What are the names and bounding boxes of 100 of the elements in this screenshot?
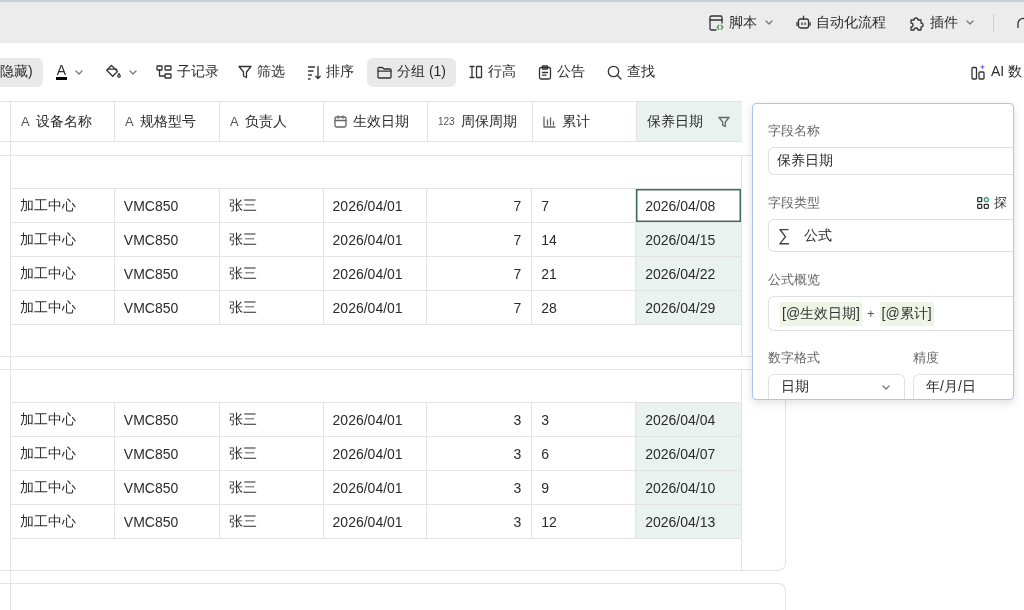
automation-button[interactable]: 自动化流程 [796,8,886,37]
sort-button[interactable]: 排序 [298,57,363,87]
column-header[interactable]: A 负责人 [220,102,324,141]
script-icon [709,14,724,31]
table-cell: 加工中心 [11,223,115,256]
table-cell: 加工中心 [11,505,115,538]
table-cell: 3 [427,437,533,470]
filter-button[interactable]: 筛选 [229,57,294,87]
search-icon [607,64,622,80]
formula-operator: + [867,306,875,321]
field-label: 公式概览 [768,271,821,289]
table-cell: VMC850 [114,437,220,470]
filter-icon [238,65,252,79]
table-cell: 2026/04/01 [323,223,428,256]
table-cell: 加工中心 [11,257,115,290]
table-cell: 2026/04/01 [323,505,428,538]
table-cell: 张三 [219,291,324,324]
table-cell: 2026/04/01 [323,189,428,222]
formula-token: [@累计] [879,301,934,326]
column-header[interactable]: 生效日期 [324,102,428,141]
text-type-icon: A [125,114,134,129]
table-cell: 2026/04/01 [323,471,428,504]
table-cell: 2026/04/29 [636,291,741,324]
filter-icon [718,115,730,128]
plugin-button[interactable]: 插件 [909,8,974,37]
puzzle-icon [909,14,925,31]
number-format-select[interactable]: 日期 [768,374,905,399]
table-cell: 2026/04/22 [636,257,741,290]
caret-icon [882,384,890,390]
clipboard-icon [538,64,552,80]
caret-icon [765,20,773,25]
formula-token: [@生效日期] [780,301,862,326]
calendar-icon [334,115,347,128]
table-cell: VMC850 [114,189,220,222]
text-type-icon: A [230,114,239,129]
table-cell: VMC850 [114,505,220,538]
table-cell: 张三 [219,437,324,470]
precision-select[interactable]: 年/月/日 [913,374,1013,399]
bar-chart-icon [543,115,556,128]
field-name-input[interactable]: 保养日期 [768,147,1013,175]
sort-icon [307,64,321,80]
table-cell: 张三 [219,505,324,538]
field-type-select[interactable]: ∑ 公式 [768,219,1013,252]
sub-record-icon [156,65,172,79]
text-color-button[interactable]: A [46,57,92,87]
table-cell: VMC850 [114,291,220,324]
table-cell: 加工中心 [11,471,115,504]
search-button[interactable]: 查找 [598,57,664,87]
table-cell: 张三 [219,223,324,256]
column-header[interactable]: A 规格型号 [115,102,220,141]
ai-button[interactable]: AI 数 [961,57,1024,87]
table-cell: 加工中心 [11,291,115,324]
folder-icon [377,65,392,79]
table-cell: 2026/04/13 [636,505,741,538]
row-height-icon [469,65,483,79]
table-cell: 张三 [219,403,324,436]
table-cell: 2026/04/04 [636,403,741,436]
table-cell: VMC850 [114,257,220,290]
table-cell: 3 [427,505,533,538]
table-cell: 7 [427,189,533,222]
table-cell: 加工中心 [11,189,115,222]
paint-bucket-icon [105,64,121,80]
table-cell: 7 [427,291,533,324]
notice-button[interactable]: 公告 [529,57,594,87]
table-cell: VMC850 [114,403,220,436]
explore-link[interactable]: 探 [977,194,1007,212]
script-button[interactable]: 脚本 [709,8,773,37]
table-cell: 加工中心 [11,437,115,470]
ai-icon [970,64,986,80]
group-button[interactable]: 分组 (1) [367,57,456,87]
table-cell: 7 [427,257,533,290]
table-cell: 2026/04/10 [636,471,741,504]
table-cell: 2026/04/01 [323,403,428,436]
table-cell: 2026/04/01 [323,257,428,290]
table-cell: 3 [427,471,533,504]
formula-field[interactable]: [@生效日期] + [@累计] [768,296,1013,331]
column-header[interactable]: A 设备名称 [11,102,115,141]
hidden-fields-button[interactable]: 隐藏) [0,57,43,87]
grid-icon [977,197,989,209]
field-label: 数字格式 [768,349,821,367]
table-cell: 7 [427,223,533,256]
table-cell: 加工中心 [11,403,115,436]
row-height-button[interactable]: 行高 [460,57,525,87]
number-type-icon: 123 [438,116,455,127]
table-cell: 2026/04/15 [636,223,741,256]
table-cell: 2026/04/07 [636,437,741,470]
sub-record-button[interactable]: 子记录 [150,57,225,87]
field-label: 字段类型 [768,194,820,212]
column-header[interactable]: 保养日期 [637,102,742,141]
robot-icon [796,15,811,30]
table-cell: 3 [427,403,533,436]
column-header[interactable]: 123 周保周期 [428,102,533,141]
sigma-icon: ∑ [778,225,791,246]
table-cell: 2026/04/01 [323,437,428,470]
field-label: 精度 [913,349,940,367]
table-cell: 张三 [219,257,324,290]
table-cell: 2026/04/08 [636,189,741,222]
table-cell: 2026/04/01 [323,291,428,324]
text-type-icon: A [21,114,30,129]
field-label: 字段名称 [768,122,821,140]
